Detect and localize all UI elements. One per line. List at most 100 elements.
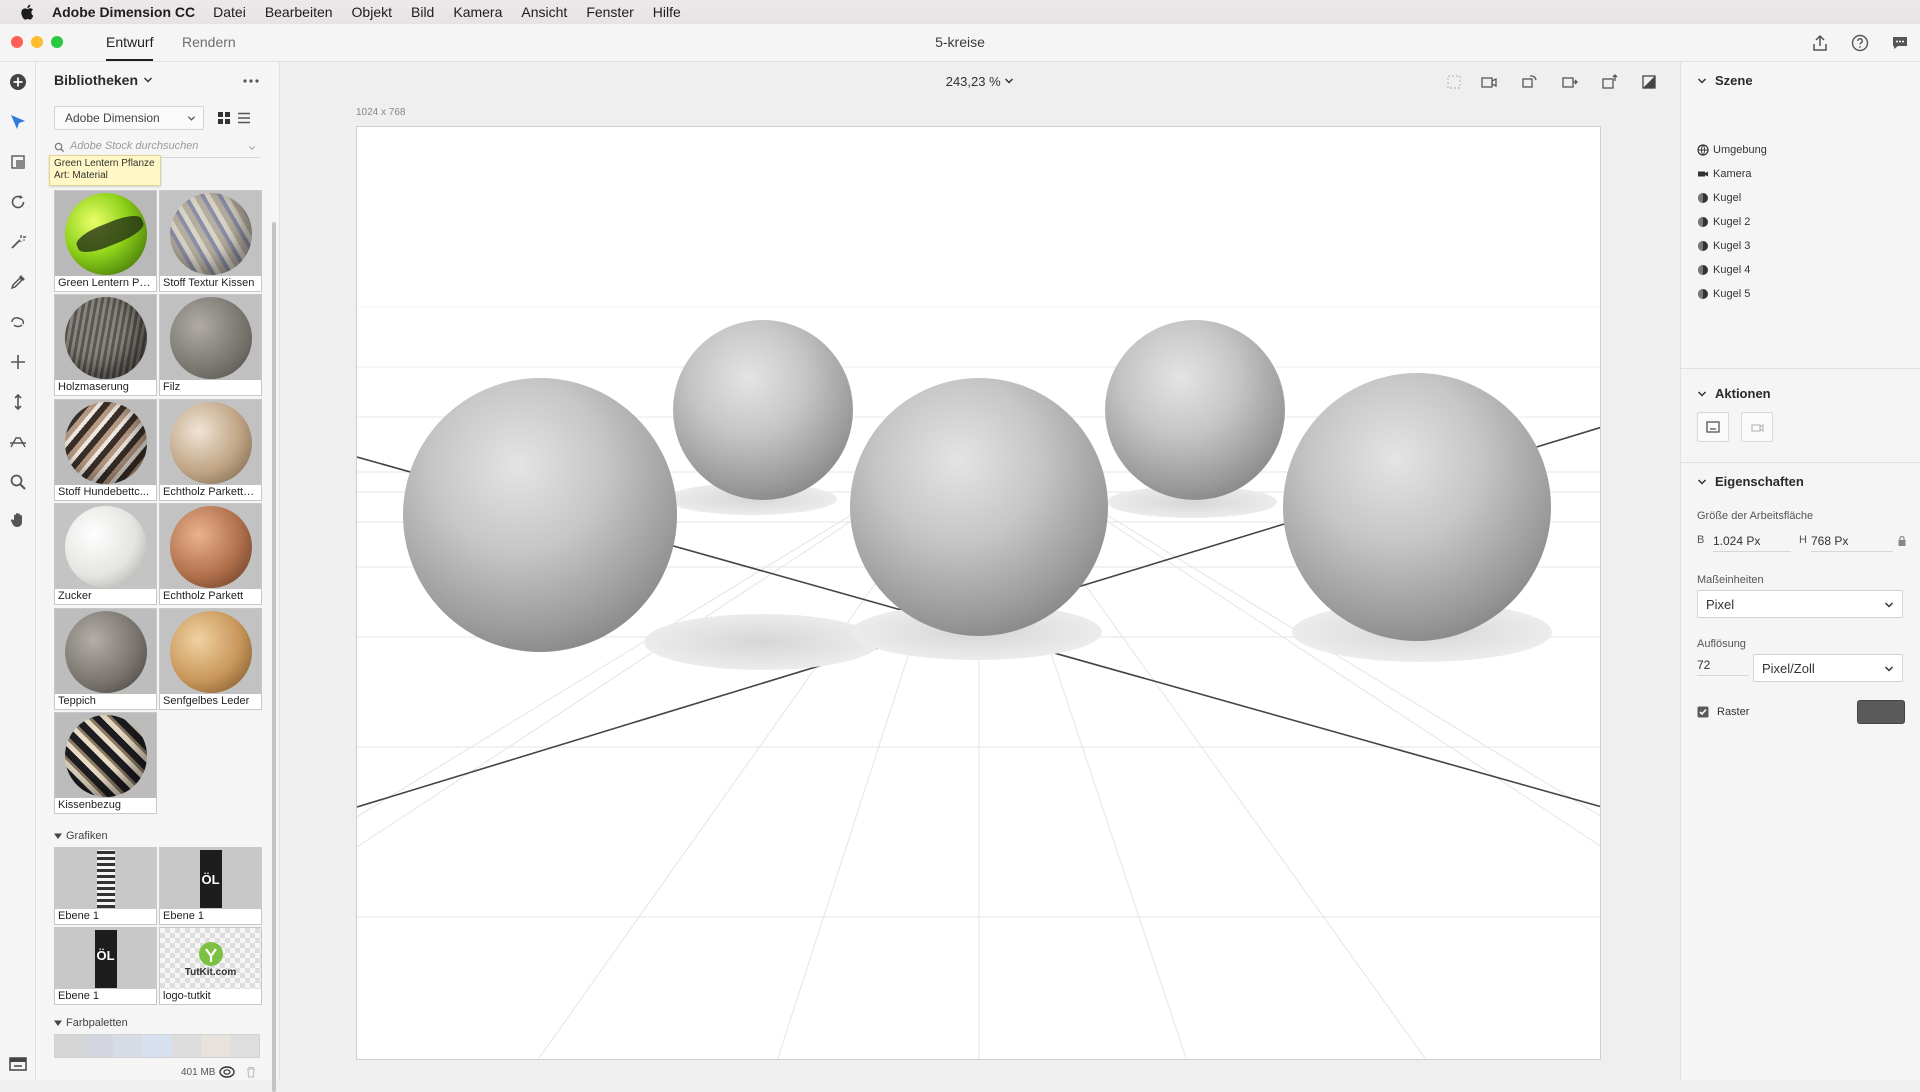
pan-orbit-tool[interactable] bbox=[6, 310, 30, 334]
horizon-tool[interactable] bbox=[6, 430, 30, 454]
divider bbox=[1681, 462, 1920, 463]
minimize-window-button[interactable] bbox=[31, 36, 43, 48]
graphic-thumb[interactable]: ÖL Ebene 1 bbox=[159, 847, 262, 925]
library-source-dropdown[interactable]: Adobe Dimension bbox=[54, 106, 204, 130]
zoom-tool[interactable] bbox=[6, 470, 30, 494]
material-thumb[interactable]: Stoff Textur Kissen bbox=[159, 190, 262, 292]
render-preview-button[interactable] bbox=[1637, 70, 1661, 94]
width-input[interactable]: 1.024 Px bbox=[1713, 532, 1791, 552]
scene-render[interactable] bbox=[357, 127, 1601, 1060]
menu-bild[interactable]: Bild bbox=[411, 4, 434, 20]
grid-view-icon[interactable] bbox=[217, 111, 231, 125]
scene-item-kugel-3[interactable]: Kugel 3 bbox=[1697, 240, 1750, 252]
lock-icon[interactable] bbox=[1897, 535, 1907, 547]
graphic-thumb[interactable]: ÖL Ebene 1 bbox=[54, 927, 157, 1005]
material-thumb[interactable]: Echtholz Parkett bbox=[159, 503, 262, 605]
sphere-kugel-front-center[interactable] bbox=[850, 378, 1108, 636]
color-palette[interactable] bbox=[54, 1034, 260, 1058]
zoom-window-button[interactable] bbox=[51, 36, 63, 48]
orbit-tool[interactable] bbox=[6, 190, 30, 214]
camera-view-button-2[interactable] bbox=[1517, 70, 1541, 94]
graphics-section-header[interactable]: Grafiken bbox=[54, 830, 108, 842]
menu-hilfe[interactable]: Hilfe bbox=[653, 4, 681, 20]
camera-view-button-3[interactable] bbox=[1557, 70, 1581, 94]
scene-section-header[interactable]: Szene bbox=[1697, 73, 1753, 88]
select-tool[interactable] bbox=[6, 110, 30, 134]
properties-section-header[interactable]: Eigenschaften bbox=[1697, 474, 1804, 489]
material-thumb[interactable]: Kissenbezug bbox=[54, 712, 157, 814]
palette-color-swatch[interactable] bbox=[113, 1035, 143, 1057]
palette-color-swatch[interactable] bbox=[84, 1035, 114, 1057]
palettes-section-header[interactable]: Farbpaletten bbox=[54, 1017, 128, 1029]
material-thumb[interactable]: Stoff Hundebettc... bbox=[54, 399, 157, 501]
material-thumb[interactable]: Senfgelbes Leder bbox=[159, 608, 262, 710]
help-icon[interactable] bbox=[1850, 33, 1870, 53]
zoom-control[interactable]: 243,23 % bbox=[280, 74, 1680, 89]
menu-datei[interactable]: Datei bbox=[213, 4, 246, 20]
camera-view-button-4[interactable] bbox=[1597, 70, 1621, 94]
material-thumb[interactable]: Teppich bbox=[54, 608, 157, 710]
material-thumb[interactable]: Echtholz Parkettb... bbox=[159, 399, 262, 501]
scene-item-kugel-5[interactable]: Kugel 5 bbox=[1697, 288, 1750, 300]
palette-color-swatch[interactable] bbox=[55, 1035, 85, 1057]
graphic-thumb[interactable]: TutKit.com logo-tutkit bbox=[159, 927, 262, 1005]
material-thumb[interactable]: Filz bbox=[159, 294, 262, 396]
creative-cloud-icon[interactable] bbox=[219, 1066, 236, 1078]
frame-view-button[interactable] bbox=[1442, 70, 1466, 94]
fit-artboard-button[interactable] bbox=[1697, 412, 1729, 442]
scene-item-kugel[interactable]: Kugel bbox=[1697, 192, 1741, 204]
magic-wand-tool[interactable] bbox=[6, 230, 30, 254]
palette-color-swatch[interactable] bbox=[200, 1035, 230, 1057]
sphere-kugel-front-right[interactable] bbox=[1283, 373, 1551, 641]
panel-toggle-tool[interactable] bbox=[6, 1052, 30, 1076]
dolly-tool[interactable] bbox=[6, 350, 30, 374]
palette-color-swatch[interactable] bbox=[142, 1035, 172, 1057]
hand-tool[interactable] bbox=[6, 508, 30, 532]
chevron-down-icon[interactable] bbox=[248, 144, 256, 152]
close-window-button[interactable] bbox=[11, 36, 23, 48]
scene-item-kugel-4[interactable]: Kugel 4 bbox=[1697, 264, 1750, 276]
sphere-kugel-back-right[interactable] bbox=[1105, 320, 1285, 500]
vertical-move-tool[interactable] bbox=[6, 390, 30, 414]
artboard-tool[interactable] bbox=[6, 150, 30, 174]
camera-view-button-1[interactable] bbox=[1477, 70, 1501, 94]
menu-kamera[interactable]: Kamera bbox=[453, 4, 502, 20]
palette-color-swatch[interactable] bbox=[171, 1035, 201, 1057]
actions-section-header[interactable]: Aktionen bbox=[1697, 386, 1771, 401]
scene-item-umgebung[interactable]: Umgebung bbox=[1697, 144, 1767, 156]
height-input[interactable]: 768 Px bbox=[1811, 532, 1893, 552]
feedback-icon[interactable] bbox=[1890, 33, 1910, 53]
add-tool[interactable] bbox=[6, 70, 30, 94]
artboard-canvas[interactable] bbox=[356, 126, 1601, 1060]
trash-icon[interactable] bbox=[245, 1066, 257, 1078]
material-thumb[interactable]: Holzmaserung bbox=[54, 294, 157, 396]
graphic-thumb[interactable]: Ebene 1 bbox=[54, 847, 157, 925]
menu-objekt[interactable]: Objekt bbox=[352, 4, 392, 20]
sphere-kugel-back-left[interactable] bbox=[673, 320, 853, 500]
menu-bearbeiten[interactable]: Bearbeiten bbox=[265, 4, 333, 20]
camera-action-button[interactable] bbox=[1741, 412, 1773, 442]
grid-checkbox[interactable] bbox=[1697, 706, 1709, 718]
libraries-header[interactable]: Bibliotheken bbox=[54, 72, 153, 88]
apple-icon[interactable] bbox=[18, 4, 36, 20]
scene-item-kamera[interactable]: Kamera bbox=[1697, 168, 1752, 180]
units-select[interactable]: Pixel bbox=[1697, 590, 1903, 618]
eyedropper-tool[interactable] bbox=[6, 270, 30, 294]
menu-app-name[interactable]: Adobe Dimension CC bbox=[52, 4, 195, 20]
scene-item-kugel-2[interactable]: Kugel 2 bbox=[1697, 216, 1750, 228]
more-options-icon[interactable] bbox=[242, 78, 260, 84]
material-thumb[interactable]: Zucker bbox=[54, 503, 157, 605]
grid-color-swatch[interactable] bbox=[1857, 700, 1905, 724]
menu-fenster[interactable]: Fenster bbox=[586, 4, 633, 20]
resolution-unit-select[interactable]: Pixel/Zoll bbox=[1753, 654, 1903, 682]
tab-rendern[interactable]: Rendern bbox=[182, 34, 236, 50]
list-view-icon[interactable] bbox=[237, 111, 251, 125]
palette-color-swatch[interactable] bbox=[229, 1035, 259, 1057]
resolution-input[interactable]: 72 bbox=[1697, 656, 1749, 676]
libraries-scrollbar[interactable] bbox=[272, 222, 276, 1092]
menu-ansicht[interactable]: Ansicht bbox=[521, 4, 567, 20]
material-thumb[interactable]: Green Lentern Pfl... bbox=[54, 190, 157, 292]
tab-entwurf[interactable]: Entwurf bbox=[106, 34, 154, 61]
share-icon[interactable] bbox=[1810, 33, 1830, 53]
sphere-kugel-front-left[interactable] bbox=[403, 378, 677, 652]
